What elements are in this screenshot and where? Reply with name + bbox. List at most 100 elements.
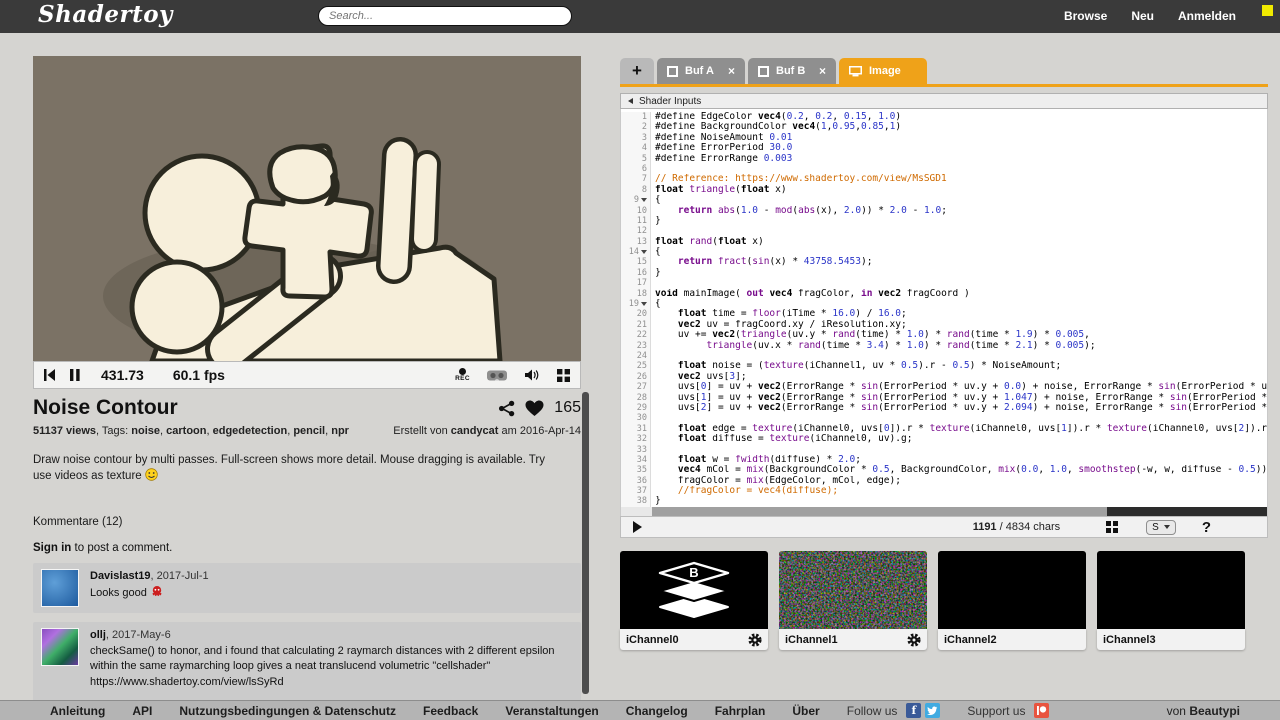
channel-thumbnail[interactable] (1097, 551, 1245, 629)
monitor-icon (849, 66, 862, 77)
code-line: // Reference: https://www.shadertoy.com/… (651, 174, 947, 184)
facebook-icon[interactable]: f (906, 703, 921, 718)
left-pane-scrollbar[interactable] (582, 392, 589, 694)
footer-link-fahrplan[interactable]: Fahrplan (715, 704, 766, 718)
code-row: 25 float noise = (texture(iChannel1, uv … (621, 361, 1267, 371)
tab-buf-a[interactable]: Buf A× (657, 58, 745, 84)
volume-icon[interactable] (524, 368, 540, 382)
fullscreen-icon[interactable] (557, 369, 570, 382)
tab-buf-b[interactable]: Buf B× (748, 58, 836, 84)
channel-label-bar: iChannel0 (620, 629, 768, 650)
code-line: #define EdgeColor vec4(0.2, 0.2, 0.15, 1… (651, 112, 901, 122)
tag-npr[interactable]: npr (331, 425, 349, 437)
patreon-icon[interactable] (1034, 703, 1049, 718)
tab-close-icon[interactable]: × (819, 64, 826, 78)
tag-pencil[interactable]: pencil (293, 425, 325, 437)
code-line: float time = floor(iTime * 16.0) / 16.0; (651, 309, 907, 319)
code-line (651, 226, 661, 236)
fold-arrow-icon[interactable] (641, 302, 647, 306)
tab-label: Image (869, 65, 901, 77)
compile-play-icon[interactable] (633, 521, 642, 533)
fold-arrow-icon[interactable] (641, 198, 647, 202)
comment-author[interactable]: ollj (90, 629, 106, 641)
record-dot-icon (459, 368, 466, 375)
line-number: 26 (621, 372, 651, 382)
code-row: 23 triangle(uv.x * rand(time * 3.4) * 1.… (621, 341, 1267, 351)
tag-cartoon[interactable]: cartoon (166, 425, 206, 437)
channel-thumbnail[interactable] (938, 551, 1086, 629)
header-nav: Browse Neu Anmelden (1064, 9, 1236, 23)
hscroll-thumb[interactable] (1107, 507, 1267, 516)
avatar[interactable] (41, 628, 79, 666)
code-row: 32 float diffuse = texture(iChannel0, uv… (621, 434, 1267, 444)
fold-arrow-icon[interactable] (641, 250, 647, 254)
author-link[interactable]: candycat (451, 425, 499, 437)
comment-text: Looks good (90, 585, 209, 601)
line-number: 21 (621, 320, 651, 330)
shader-inputs-toggle[interactable]: Shader Inputs (620, 93, 1268, 109)
twitter-icon[interactable] (925, 703, 940, 718)
view-count: 51137 views (33, 425, 96, 437)
comment-text (90, 691, 573, 700)
footer-link-changelog[interactable]: Changelog (626, 704, 688, 718)
share-icon[interactable] (498, 400, 515, 417)
code-line: #define BackgroundColor vec4(1,0.95,0.85… (651, 122, 901, 132)
nav-browse[interactable]: Browse (1064, 9, 1107, 23)
line-number: 15 (621, 257, 651, 267)
shader-canvas[interactable] (33, 56, 581, 361)
footer-link-veranstaltungen[interactable]: Veranstaltungen (505, 704, 598, 718)
nav-neu[interactable]: Neu (1131, 9, 1154, 23)
channel-thumbnail[interactable]: B (620, 551, 768, 629)
footer-link-feedback[interactable]: Feedback (423, 704, 478, 718)
support-us-label: Support us (967, 704, 1025, 718)
top-bar: Shadertoy Browse Neu Anmelden (0, 0, 1280, 33)
line-number: 32 (621, 434, 651, 444)
pause-icon[interactable] (70, 369, 80, 381)
help-button[interactable]: ? (1202, 519, 1211, 536)
signin-link[interactable]: Sign in (33, 542, 71, 554)
avatar[interactable] (41, 569, 79, 607)
shadertoy-logo[interactable]: Shadertoy (38, 1, 173, 28)
active-tab-rule (620, 84, 1268, 87)
rewind-icon[interactable] (44, 369, 55, 381)
tag-edgedetection[interactable]: edgedetection (213, 425, 288, 437)
footer-link-api[interactable]: API (132, 704, 152, 718)
line-number: 16 (621, 268, 651, 278)
comment-author[interactable]: Davislast19 (90, 570, 151, 582)
channel-gear-button[interactable] (907, 633, 921, 647)
like-heart-icon[interactable] (525, 400, 544, 417)
channel-gear-button[interactable] (748, 633, 762, 647)
code-row: 17 (621, 278, 1267, 288)
comments-heading: Kommentare (12) (33, 516, 581, 528)
code-row: 26 vec2 uvs[3]; (621, 372, 1267, 382)
record-button[interactable]: REC (455, 368, 470, 383)
line-number: 4 (621, 143, 651, 153)
font-size-dropdown[interactable]: S (1146, 520, 1176, 535)
nav-anmelden[interactable]: Anmelden (1178, 9, 1236, 23)
shader-description: Draw noise contour by multi passes. Full… (33, 452, 563, 484)
footer-link-anleitung[interactable]: Anleitung (50, 704, 105, 718)
yellow-square-icon[interactable] (1262, 5, 1273, 16)
svg-text:B: B (689, 565, 698, 580)
tab-image[interactable]: Image (839, 58, 927, 84)
code-line: float edge = texture(iChannel0, uvs[0]).… (651, 424, 1267, 434)
code-row: 6 (621, 164, 1267, 174)
signin-line: Sign in to post a comment. (33, 542, 581, 554)
new-tab-button[interactable]: + (620, 58, 654, 84)
vr-icon[interactable] (487, 369, 507, 382)
code-row: 13float rand(float x) (621, 237, 1267, 247)
editor-fullscreen-icon[interactable] (1106, 521, 1118, 533)
code-row: 7// Reference: https://www.shadertoy.com… (621, 174, 1267, 184)
code-line: { (651, 195, 661, 205)
code-line: } (651, 496, 661, 506)
search-input[interactable] (318, 6, 572, 26)
footer-link-nutzungsbedingungen-datenschutz[interactable]: Nutzungsbedingungen & Datenschutz (179, 704, 396, 718)
line-number: 23 (621, 341, 651, 351)
code-area[interactable]: 1#define EdgeColor vec4(0.2, 0.2, 0.15, … (620, 109, 1268, 507)
code-line (651, 278, 661, 288)
channel-card: iChannel3 (1097, 551, 1245, 650)
tab-close-icon[interactable]: × (728, 64, 735, 78)
tag-noise[interactable]: noise (131, 425, 160, 437)
footer-link--ber[interactable]: Über (792, 704, 819, 718)
channel-thumbnail[interactable] (779, 551, 927, 629)
